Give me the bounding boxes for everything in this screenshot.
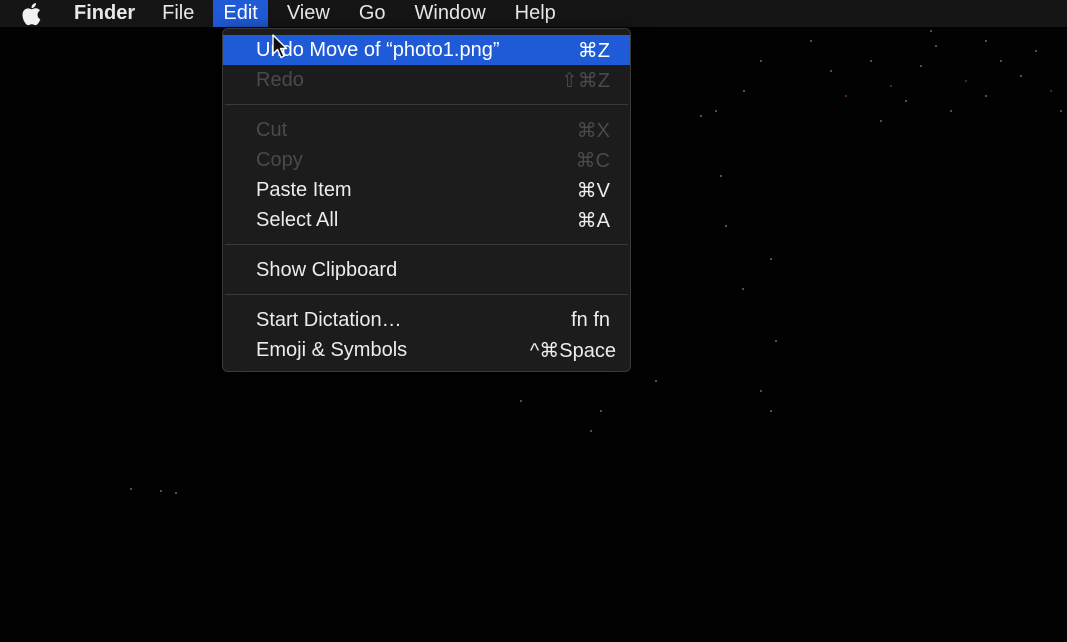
menu-item-label: Show Clipboard: [256, 258, 398, 281]
wallpaper-star: [1035, 50, 1037, 52]
wallpaper-star: [590, 430, 592, 432]
wallpaper-star: [985, 40, 987, 42]
menu-item-select-all[interactable]: Select All ⌘A: [223, 205, 630, 235]
menu-item-shortcut: ⌘V: [576, 179, 610, 202]
menu-item-redo: Redo ⇧⌘Z: [223, 65, 630, 95]
menu-help[interactable]: Help: [505, 0, 566, 27]
menu-item-shortcut: ⌘Z: [577, 39, 610, 62]
wallpaper-star: [935, 45, 937, 47]
wallpaper-star: [830, 70, 832, 72]
wallpaper-star: [930, 30, 932, 32]
mouse-pointer-icon: [272, 34, 288, 59]
menu-separator: [225, 104, 628, 105]
wallpaper-star: [1000, 60, 1002, 62]
menu-item-label: Undo Move of “photo1.png”: [256, 38, 500, 61]
wallpaper-star: [700, 115, 702, 117]
wallpaper-star: [1050, 90, 1052, 92]
wallpaper-star: [130, 488, 132, 490]
menu-item-start-dictation[interactable]: Start Dictation… fn fn: [223, 305, 630, 335]
menu-finder[interactable]: Finder: [70, 0, 145, 27]
menu-item-copy: Copy ⌘C: [223, 145, 630, 175]
menu-item-label: Start Dictation…: [256, 308, 402, 331]
apple-menu-button[interactable]: [16, 0, 46, 27]
wallpaper-star: [770, 258, 772, 260]
menu-file[interactable]: File: [152, 0, 204, 27]
wallpaper-star: [600, 410, 602, 412]
wallpaper-star: [1020, 75, 1022, 77]
menu-item-label: Emoji & Symbols: [256, 338, 408, 361]
wallpaper-star: [890, 85, 892, 87]
wallpaper-star: [905, 100, 907, 102]
wallpaper-star: [742, 288, 744, 290]
wallpaper-star: [1060, 110, 1062, 112]
menu-item-cut: Cut ⌘X: [223, 115, 630, 145]
apple-logo-icon: [22, 2, 41, 25]
wallpaper-star: [870, 60, 872, 62]
wallpaper-star: [160, 490, 162, 492]
wallpaper-star: [175, 492, 177, 494]
menu-item-shortcut: ⇧⌘Z: [561, 69, 610, 92]
menu-item-label: Copy: [256, 148, 303, 171]
wallpaper-star: [920, 65, 922, 67]
menu-separator: [225, 294, 628, 295]
menu-item-label: Paste Item: [256, 178, 352, 201]
menu-item-paste-item[interactable]: Paste Item ⌘V: [223, 175, 630, 205]
wallpaper-star: [845, 95, 847, 97]
menu-item-shortcut: ⌘A: [576, 209, 610, 232]
menu-item-shortcut: ⌘C: [575, 149, 610, 172]
menu-item-shortcut: ^⌘Space: [529, 339, 616, 362]
menu-window[interactable]: Window: [405, 0, 496, 27]
menu-item-emoji-symbols[interactable]: Emoji & Symbols ^⌘Space: [223, 335, 630, 365]
menu-separator: [225, 244, 628, 245]
edit-menu-dropdown: Undo Move of “photo1.png” ⌘Z Redo ⇧⌘Z Cu…: [222, 28, 631, 372]
menu-item-shortcut: ⌘X: [576, 119, 610, 142]
menu-item-label: Select All: [256, 208, 339, 231]
menu-go[interactable]: Go: [349, 0, 396, 27]
wallpaper-star: [720, 175, 722, 177]
menu-view[interactable]: View: [277, 0, 340, 27]
wallpaper-star: [725, 225, 727, 227]
wallpaper-star: [743, 90, 745, 92]
menu-item-label: Redo: [256, 68, 304, 91]
wallpaper-star: [655, 380, 657, 382]
wallpaper-star: [775, 340, 777, 342]
menu-bar: Finder File Edit View Go Window Help: [0, 0, 1067, 27]
wallpaper-star: [760, 60, 762, 62]
wallpaper-star: [950, 110, 952, 112]
menu-edit[interactable]: Edit: [213, 0, 268, 27]
wallpaper-star: [760, 390, 762, 392]
wallpaper-star: [520, 400, 522, 402]
menu-item-show-clipboard[interactable]: Show Clipboard: [223, 255, 630, 285]
wallpaper-star: [880, 120, 882, 122]
wallpaper-star: [715, 110, 717, 112]
menu-item-label: Cut: [256, 118, 288, 141]
menu-item-shortcut: fn fn: [571, 308, 610, 331]
wallpaper-star: [965, 80, 967, 82]
wallpaper-star: [985, 95, 987, 97]
wallpaper-star: [770, 410, 772, 412]
wallpaper-star: [810, 40, 812, 42]
